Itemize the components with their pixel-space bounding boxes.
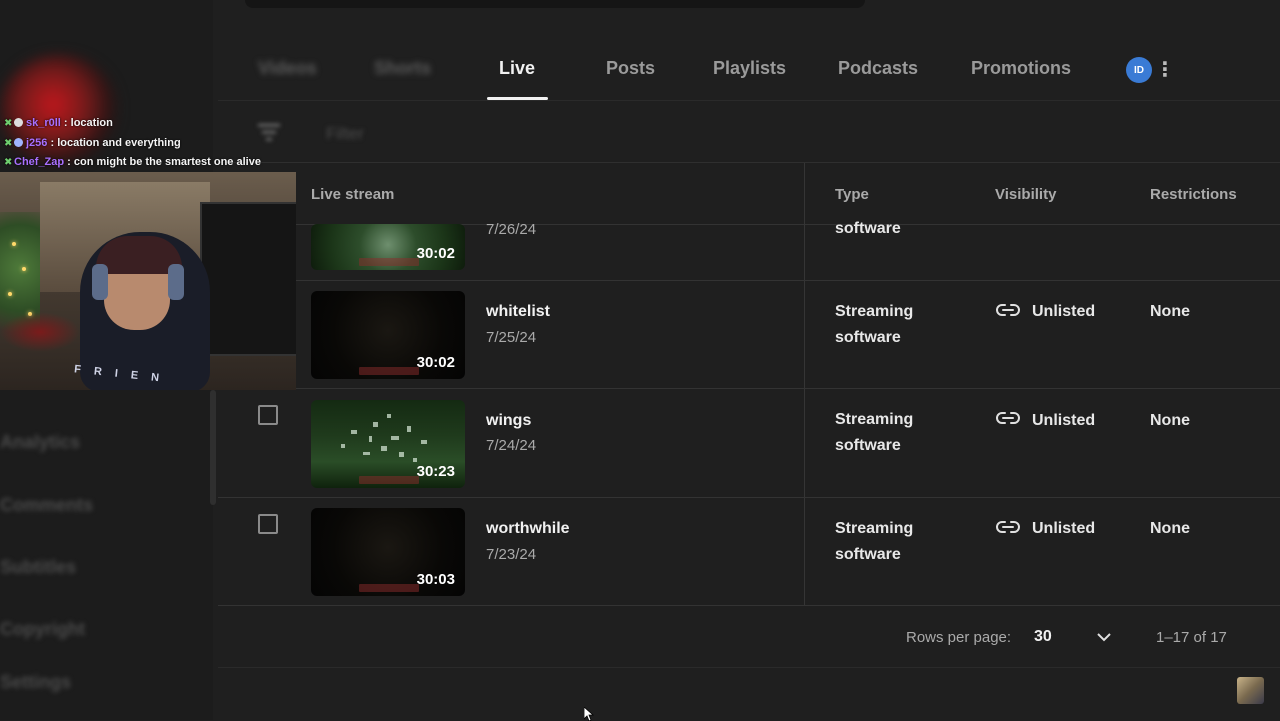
row-checkbox[interactable] [258,514,278,534]
chat-message: ✖ Chef_Zap : con might be the smartest on… [4,156,261,168]
video-thumbnail[interactable]: 30:02 [311,224,465,270]
visibility-status[interactable]: Unlisted [1032,303,1095,321]
studio-icon-text: ID [1134,64,1144,76]
column-divider [804,163,805,605]
tree-light [8,292,12,296]
restrictions-status: None [1150,412,1190,429]
webcam-floor [0,312,80,352]
video-date: 7/23/24 [486,546,537,563]
chat-message: ✖ j256 : location and everything [4,137,181,149]
chat-text: : location [60,117,113,129]
sidebar-item-settings[interactable]: Settings [0,672,71,693]
webcam-overlay: F R I E N [0,172,296,390]
visibility-status[interactable]: Unlisted [1032,520,1095,538]
column-header-live-stream[interactable]: Live stream [311,186,394,203]
video-title[interactable]: whitelist [486,303,550,321]
thumbnail-hud [359,367,419,375]
video-date: 7/24/24 [486,437,537,454]
tree-light [22,267,26,271]
filter-icon[interactable] [256,120,282,144]
tab-shorts[interactable]: Shorts [374,58,431,79]
top-shadow [245,0,865,8]
rows-per-page-select[interactable]: 30 [1034,628,1052,646]
column-header-restrictions[interactable]: Restrictions [1150,186,1237,203]
column-header-type[interactable]: Type [835,186,869,203]
pagination-range: 1–17 of 17 [1156,629,1227,646]
tree-light [12,242,16,246]
mouse-cursor-icon [584,707,594,721]
link-icon [996,304,1020,316]
video-thumbnail[interactable]: 30:23 [311,400,465,488]
chat-message: ✖ sk_r0ll : location [4,117,113,129]
filter-input[interactable]: Filter [326,124,364,144]
video-type-line-2: software [835,546,901,563]
link-icon [996,412,1020,424]
chat-badge-icon: ✖ [4,157,13,168]
row-divider [218,497,1280,498]
tab-posts[interactable]: Posts [606,58,655,79]
chevron-down-icon[interactable] [1096,629,1112,645]
video-type-line-1: Streaming [835,411,914,428]
video-thumbnail[interactable]: 30:02 [311,291,465,379]
more-options-icon[interactable]: ⋮ [1155,56,1175,84]
video-date: 7/25/24 [486,329,537,346]
thumbnail-hud [359,476,419,484]
video-date: 7/26/24 [486,221,537,238]
sidebar-scrollbar[interactable] [210,390,216,505]
video-title[interactable]: worthwhile [486,520,570,538]
rows-per-page-label: Rows per page: [906,629,1012,646]
sidebar-item-analytics[interactable]: Analytics [0,432,80,453]
link-icon [996,521,1020,533]
table-top-border [218,162,1280,163]
video-type-line-2: software [835,329,901,346]
video-type-line-1: Streaming [835,303,914,320]
user-badge-icon [14,138,23,147]
video-duration: 30:02 [416,245,455,262]
row-divider [218,280,1280,281]
chat-badge-icon: ✖ [4,118,13,129]
video-duration: 30:03 [416,571,455,588]
headphones [92,264,108,300]
sidebar-item-subtitles[interactable]: Subtitles [0,557,76,578]
tab-videos[interactable]: Videos [258,58,317,79]
row-divider [218,388,1280,389]
tab-live[interactable]: Live [499,58,535,79]
chat-username: Chef_Zap [14,156,65,168]
user-badge-icon [14,118,23,127]
chat-badge-icon: ✖ [4,138,13,149]
video-thumbnail[interactable]: 30:03 [311,508,465,596]
chat-username: j256 [26,137,48,149]
row-checkbox[interactable] [258,405,278,425]
video-title[interactable]: wings [486,412,531,430]
thumbnail-hud [359,258,419,266]
video-type: software [835,220,901,237]
visibility-status[interactable]: Unlisted [1032,412,1095,430]
thumbnail-hud [359,584,419,592]
tab-promotions[interactable]: Promotions [971,58,1071,79]
footer-divider [218,667,1280,668]
sidebar-item-copyright[interactable]: Copyright [0,619,85,640]
restrictions-status: None [1150,303,1190,320]
tab-podcasts[interactable]: Podcasts [838,58,918,79]
video-type-line-2: software [835,437,901,454]
webcam-tv [200,202,296,356]
tabs-divider [218,100,1280,101]
headphones [168,264,184,300]
column-header-visibility[interactable]: Visibility [995,186,1056,203]
studio-app-icon[interactable]: ID [1126,57,1152,83]
chat-text: : con might be the smartest one alive [64,156,261,168]
chat-text: : location and everything [47,137,181,149]
table-bottom-border [218,605,1280,606]
avatar[interactable] [1237,677,1264,704]
restrictions-status: None [1150,520,1190,537]
chat-username: sk_r0ll [26,117,61,129]
video-type-line-1: Streaming [835,520,914,537]
video-duration: 30:23 [416,463,455,480]
tab-playlists[interactable]: Playlists [713,58,786,79]
sidebar-item-comments[interactable]: Comments [0,495,93,516]
video-duration: 30:02 [416,354,455,371]
